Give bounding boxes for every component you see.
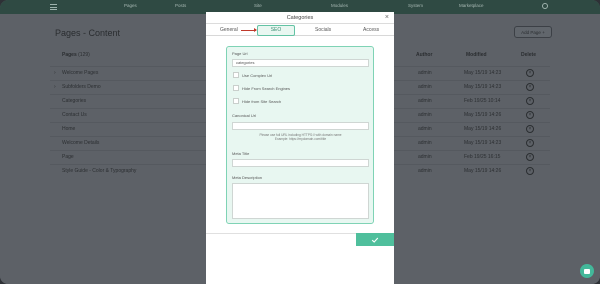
column-pages-count: (129) — [78, 52, 90, 58]
hide-site-search-label: Hide from Site Search — [242, 99, 282, 104]
add-page-button[interactable]: Add Page + — [514, 26, 552, 38]
chat-button[interactable] — [580, 264, 594, 278]
meta-description-label: Meta Description — [232, 175, 263, 180]
row-modified: May 15/19 14:23 — [464, 70, 502, 76]
row-name[interactable]: Style Guide - Color & Typography — [62, 168, 136, 174]
canonical-url-input[interactable] — [232, 122, 369, 130]
nav-item-pages[interactable]: Pages — [124, 3, 137, 8]
use-complex-url-label: Use Complex Url — [242, 73, 273, 78]
row-author: admin — [418, 98, 432, 104]
hide-search-engines-checkbox[interactable] — [233, 85, 239, 91]
delete-icon[interactable]: × — [526, 83, 534, 91]
menu-icon[interactable] — [50, 4, 57, 10]
column-delete: Delete — [521, 52, 537, 58]
row-modified: Feb 19/25 10:14 — [464, 98, 501, 104]
tab-seo[interactable]: SEO — [257, 25, 295, 36]
add-page-label: Add Page — [521, 29, 541, 35]
modal-title: Categories — [286, 15, 314, 21]
row-name[interactable]: Subfolders Demo — [62, 84, 101, 90]
column-modified: Modified — [466, 52, 487, 58]
tab-general[interactable]: General — [220, 27, 238, 33]
chat-icon — [584, 268, 590, 274]
nav-item-system[interactable]: System — [408, 3, 423, 8]
hide-search-engines-label: Hide From Search Engines — [242, 86, 291, 91]
row-modified: Feb 19/25 16:15 — [464, 154, 501, 160]
page-url-input[interactable]: categories — [232, 59, 369, 67]
column-pages: Pages (129) — [62, 52, 90, 58]
delete-icon[interactable]: × — [526, 167, 534, 175]
nav-item-modules[interactable]: Modules — [331, 3, 348, 8]
use-complex-url-checkbox[interactable] — [233, 72, 239, 78]
row-author: admin — [418, 140, 432, 146]
column-pages-label: Pages — [62, 52, 77, 58]
row-author: admin — [418, 126, 432, 132]
page-title: Pages - Content — [55, 28, 121, 38]
nav-item-marketplace[interactable]: Marketplace — [459, 3, 484, 8]
row-author: admin — [418, 70, 432, 76]
meta-title-label: Meta Title — [232, 151, 250, 156]
seo-form: Page Url categories Use Complex Url Hide… — [226, 46, 374, 224]
column-author: Author — [416, 52, 433, 58]
plus-icon: + — [542, 29, 545, 35]
delete-icon[interactable]: × — [526, 111, 534, 119]
delete-icon[interactable]: × — [526, 139, 534, 147]
search-icon[interactable] — [542, 3, 548, 9]
check-icon — [371, 237, 379, 243]
row-modified: May 15/19 14:23 — [464, 84, 502, 90]
modal-tabs: General SEO Socials Access — [206, 24, 394, 36]
annotation-arrow-icon — [241, 28, 257, 32]
seo-modal: Categories × General SEO Socials Access … — [206, 12, 394, 284]
meta-description-textarea[interactable] — [232, 183, 369, 219]
close-icon[interactable]: × — [385, 14, 389, 21]
row-name[interactable]: Contact Us — [62, 112, 87, 118]
row-name[interactable]: Categories — [62, 98, 86, 104]
hide-site-search-checkbox[interactable] — [233, 98, 239, 104]
row-modified: May 15/19 14:26 — [464, 168, 502, 174]
app-frame: Pages Posts Site Modules System Marketpl… — [0, 0, 600, 284]
row-modified: May 15/19 14:26 — [464, 112, 502, 118]
row-name[interactable]: Page — [62, 154, 74, 160]
page-url-label: Page Url — [232, 51, 248, 56]
nav-item-site[interactable]: Site — [254, 3, 262, 8]
delete-icon[interactable]: × — [526, 153, 534, 161]
nav-item-posts[interactable]: Posts — [175, 3, 186, 8]
tab-access[interactable]: Access — [363, 27, 379, 33]
canonical-example: Example: https://mydomain.com/title — [274, 137, 327, 141]
modal-header: Categories × — [206, 12, 394, 24]
row-modified: May 15/19 14:23 — [464, 140, 502, 146]
row-modified: May 15/19 14:26 — [464, 126, 502, 132]
delete-icon[interactable]: × — [526, 97, 534, 105]
tab-socials[interactable]: Socials — [315, 27, 331, 33]
row-name[interactable]: Welcome Details — [62, 140, 99, 146]
row-author: admin — [418, 112, 432, 118]
meta-title-input[interactable] — [232, 159, 369, 167]
expand-icon[interactable]: › — [54, 84, 56, 90]
save-button[interactable] — [356, 233, 394, 246]
expand-icon[interactable]: › — [54, 70, 56, 76]
delete-icon[interactable]: × — [526, 125, 534, 133]
delete-icon[interactable]: × — [526, 69, 534, 77]
row-author: admin — [418, 168, 432, 174]
row-author: admin — [418, 84, 432, 90]
row-author: admin — [418, 154, 432, 160]
canonical-url-label: Canonical Url — [232, 113, 257, 118]
row-name[interactable]: Welcome Pages — [62, 70, 98, 76]
row-name[interactable]: Home — [62, 126, 75, 132]
